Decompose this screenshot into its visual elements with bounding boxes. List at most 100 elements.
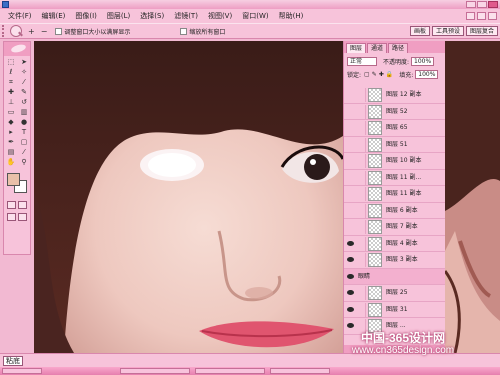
layer-row[interactable]: 图层 3 副本 [344,252,446,269]
zoom-out-button[interactable]: − [41,27,48,36]
minimize-button[interactable] [466,1,476,8]
visibility-eye-icon[interactable] [347,142,354,147]
fit-window-checkbox[interactable]: 调整窗口大小以满屏显示 [55,27,130,36]
fill-input[interactable]: 100% [415,70,439,79]
healing-brush-icon[interactable]: ✚ [5,88,17,97]
options-grip-handle[interactable] [2,25,6,37]
opacity-input[interactable]: 100% [411,57,435,66]
blend-mode-select[interactable]: 正常 [347,57,377,66]
taskbar-item[interactable] [270,368,330,374]
doc-restore-button[interactable] [477,12,486,20]
brush-tool-icon[interactable]: ✎ [18,88,30,97]
visibility-eye-icon[interactable] [347,92,354,97]
taskbar-item[interactable] [2,368,42,374]
doc-close-button[interactable] [488,12,497,20]
close-button[interactable] [488,1,498,8]
layer-row[interactable]: 图层 12 副本 [344,87,446,104]
menu-window[interactable]: 窗口(W) [237,9,273,23]
zoom-tool-icon[interactable]: ⚲ [18,158,30,167]
visibility-eye-icon[interactable] [347,290,354,295]
link-cell[interactable] [357,170,366,185]
menu-help[interactable]: 帮助(H) [274,9,309,23]
clone-stamp-icon[interactable]: ⊥ [5,98,17,107]
link-cell[interactable] [357,253,366,267]
menu-filter[interactable]: 滤镜(T) [169,9,203,23]
link-cell[interactable] [357,137,366,152]
layer-row[interactable]: 图层 65 [344,120,446,137]
layer-row[interactable]: 图层 4 副本 [344,236,446,252]
gradient-tool-icon[interactable]: ▥ [18,108,30,117]
slice-tool-icon[interactable]: ⁄ [18,78,30,87]
visibility-eye-icon[interactable] [347,208,354,213]
link-cell[interactable] [357,121,366,135]
link-cell[interactable] [357,203,366,218]
tab-paths[interactable]: 路径 [388,43,409,53]
taskbar-item[interactable] [120,368,190,374]
layer-row[interactable]: 图层 11 副本 [344,186,446,203]
magic-wand-tool-icon[interactable]: ✧ [18,68,30,77]
dodge-tool-icon[interactable]: ● [18,118,30,127]
menu-file[interactable]: 文件(F) [3,9,37,23]
layer-row[interactable]: 图层 6 副本 [344,203,446,219]
link-cell[interactable] [357,286,366,300]
link-cell[interactable] [357,104,366,119]
taskbar-item[interactable] [195,368,265,374]
layer-row[interactable]: 图层 51 [344,137,446,153]
visibility-eye-icon[interactable] [347,257,354,262]
zoom-tool-icon[interactable] [10,25,22,37]
maximize-button[interactable] [477,1,487,8]
visibility-eye-icon[interactable] [347,240,354,246]
link-cell[interactable] [357,154,366,168]
path-select-icon[interactable]: ▸ [5,128,17,137]
zoom-level-field[interactable]: 粘底 [3,355,23,366]
eyedropper-tool-icon[interactable]: ⁄ [18,148,30,157]
lock-icons[interactable]: ▢✎✚🔒 [364,71,395,78]
second-document-canvas[interactable] [445,41,500,353]
notes-tool-icon[interactable]: ▤ [5,148,17,157]
standard-mode-icon[interactable] [7,201,16,209]
visibility-eye-icon[interactable] [347,191,354,196]
visibility-eye-icon[interactable] [347,125,354,130]
visibility-eye-icon[interactable] [347,323,354,328]
zoom-all-checkbox[interactable]: 缩放所有窗口 [180,27,225,36]
visibility-eye-icon[interactable] [347,224,354,229]
type-tool-icon[interactable]: T [18,128,30,137]
screen-mode-icon[interactable] [7,213,16,221]
lasso-tool-icon[interactable]: ℓ [5,68,17,77]
layer-row[interactable]: 图层 52 [344,104,446,120]
history-brush-icon[interactable]: ↺ [18,98,30,107]
menu-image[interactable]: 图像(I) [70,9,102,23]
layer-row[interactable]: 图层 11 副... [344,170,446,186]
full-screen-icon[interactable] [18,213,27,221]
menu-layer[interactable]: 图层(L) [102,9,135,23]
document-canvas[interactable] [34,41,343,353]
visibility-eye-icon[interactable] [347,175,354,180]
tab-layers[interactable]: 图层 [346,43,367,53]
layer-group-row[interactable]: 眼睛 [344,268,446,285]
menu-select[interactable]: 选择(S) [135,9,169,23]
move-tool-icon[interactable]: ➤ [18,58,30,67]
link-cell[interactable] [357,187,366,201]
layer-row[interactable]: 图层 31 [344,302,446,318]
shape-tool-icon[interactable]: ▢ [18,138,30,147]
tab-channels[interactable]: 通道 [367,43,388,53]
doc-minimize-button[interactable] [466,12,475,20]
visibility-eye-icon[interactable] [347,158,354,163]
layer-comps-button[interactable]: 图层复合 [465,26,498,36]
toolbox-header[interactable] [4,42,30,56]
link-cell[interactable] [357,302,366,317]
layer-row[interactable]: 图层 7 副本 [344,219,446,236]
blur-tool-icon[interactable]: ◆ [5,118,17,127]
layer-row[interactable]: 图层 25 [344,285,446,302]
brushes-button[interactable]: 画板 [409,26,430,36]
eraser-tool-icon[interactable]: ▭ [5,108,17,117]
visibility-eye-icon[interactable] [347,109,354,114]
hand-tool-icon[interactable]: ✋ [5,158,17,167]
link-cell[interactable] [357,236,366,251]
visibility-eye-icon[interactable] [347,306,354,312]
link-cell[interactable] [357,88,366,102]
visibility-eye-icon[interactable] [347,273,354,279]
menu-edit[interactable]: 编辑(E) [37,9,71,23]
layer-row[interactable]: 图层 10 副本 [344,153,446,170]
crop-tool-icon[interactable]: ⌗ [5,78,17,87]
